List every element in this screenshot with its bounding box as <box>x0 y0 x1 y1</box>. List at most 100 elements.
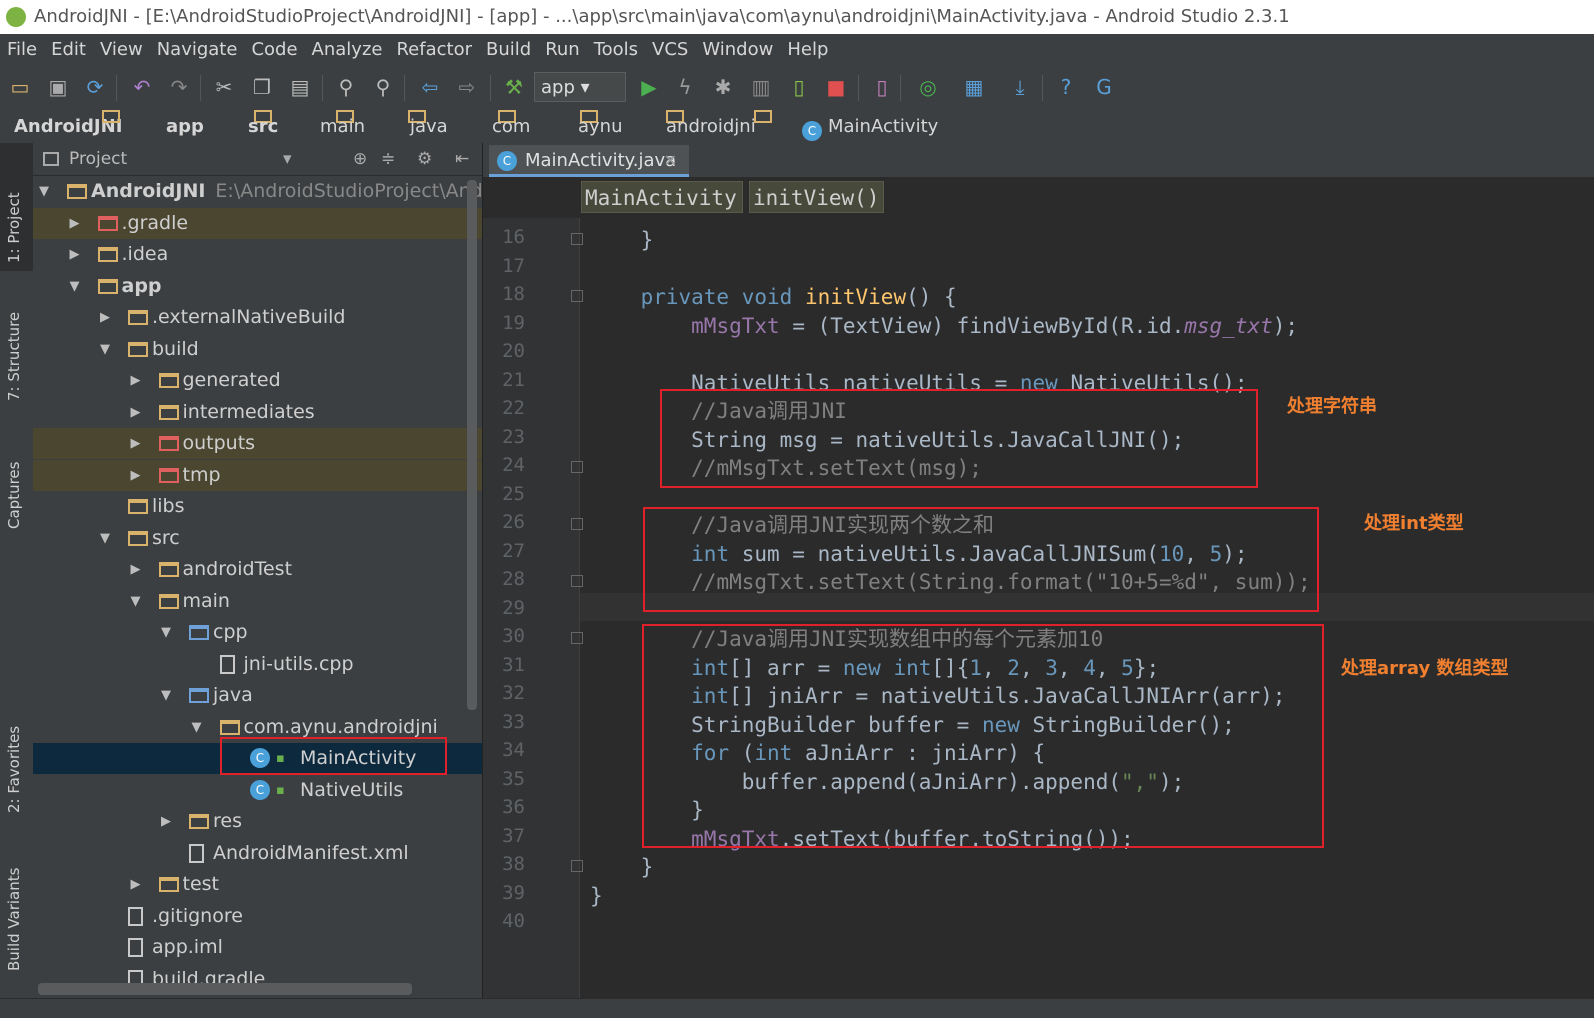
tree-item[interactable]: ▼ src <box>33 523 482 554</box>
menu-build[interactable]: Build <box>486 34 531 65</box>
side-tab-2-favorites[interactable]: 2: Favorites <box>0 693 33 821</box>
breadcrumb-androidjni[interactable]: androidjni <box>666 110 772 143</box>
collapse-arrow-icon[interactable]: ▶ <box>131 460 147 491</box>
breadcrumb-androidjni[interactable]: AndroidJNI <box>14 110 122 143</box>
save-icon[interactable]: ▣ <box>46 75 70 99</box>
tab-mainactivity-java[interactable]: C MainActivity.java ✕ <box>489 145 689 177</box>
tree-item[interactable]: ▶ intermediates <box>33 397 482 428</box>
translate-icon[interactable]: G <box>1092 75 1116 99</box>
tree-item[interactable]: ▶ tmp <box>33 459 482 491</box>
tree-item[interactable]: jni-utils.cpp <box>33 649 482 680</box>
code-fold-marker-icon[interactable] <box>571 290 583 302</box>
tree-item[interactable]: ▶ generated <box>33 365 482 396</box>
find-icon[interactable]: ⚲ <box>334 75 358 99</box>
menu-navigate[interactable]: Navigate <box>157 34 238 65</box>
menu-tools[interactable]: Tools <box>594 34 638 65</box>
debug-icon[interactable]: ✱ <box>711 75 735 99</box>
tree-item[interactable]: ▶ .idea <box>33 239 482 270</box>
tree-item[interactable]: ▶ outputs <box>33 428 482 459</box>
paste-icon[interactable]: ▤ <box>288 75 312 99</box>
tree-item[interactable]: ▶ res <box>33 806 482 837</box>
hide-panel-icon[interactable]: ⇤ <box>455 143 469 175</box>
tree-item[interactable]: ▼ AndroidJNI E:\AndroidStudioProject\Andro… <box>33 176 482 207</box>
expand-arrow-icon[interactable]: ▼ <box>100 334 116 365</box>
side-tab-7-structure[interactable]: 7: Structure <box>0 283 33 409</box>
attach-debugger-icon[interactable]: ▯ <box>787 75 811 99</box>
breadcrumb-java[interactable]: java <box>410 110 516 143</box>
tree-item[interactable]: AndroidManifest.xml <box>33 838 482 869</box>
project-vertical-scrollbar[interactable] <box>467 180 477 710</box>
project-horizontal-scrollbar[interactable] <box>38 983 412 995</box>
run-configuration-select[interactable]: app ▾ <box>534 72 626 102</box>
collapse-arrow-icon[interactable]: ▶ <box>70 208 86 239</box>
expand-arrow-icon[interactable]: ▼ <box>131 586 147 617</box>
collapse-arrow-icon[interactable]: ▶ <box>131 365 147 396</box>
tree-item[interactable]: app.iml <box>33 932 482 963</box>
breadcrumb-app[interactable]: app <box>166 110 272 143</box>
help-icon[interactable]: ? <box>1054 75 1078 99</box>
side-tab-build-variants[interactable]: Build Variants <box>0 839 33 979</box>
redo-icon[interactable]: ↷ <box>167 75 191 99</box>
expand-arrow-icon[interactable]: ▼ <box>70 271 86 302</box>
code-fold-marker-icon[interactable] <box>571 575 583 587</box>
breadcrumb-mainactivity[interactable]: C MainActivity <box>802 110 938 143</box>
collapse-arrow-icon[interactable]: ▶ <box>100 302 116 333</box>
expand-arrow-icon[interactable]: ▼ <box>161 617 177 648</box>
tree-item[interactable]: ▶ androidTest <box>33 554 482 585</box>
menu-window[interactable]: Window <box>702 34 773 65</box>
profile-icon[interactable]: ▥ <box>749 75 773 99</box>
collapse-arrow-icon[interactable]: ▶ <box>70 239 86 270</box>
menu-file[interactable]: File <box>7 34 37 65</box>
collapse-arrow-icon[interactable]: ▶ <box>131 428 147 459</box>
tree-item[interactable]: ▼ cpp <box>33 617 482 648</box>
tree-item[interactable]: .gitignore <box>33 901 482 932</box>
menu-vcs[interactable]: VCS <box>652 34 688 65</box>
menu-refactor[interactable]: Refactor <box>396 34 472 65</box>
replace-icon[interactable]: ⚲ <box>371 75 395 99</box>
copy-icon[interactable]: ❐ <box>250 75 274 99</box>
tree-item[interactable]: ▶ .gradle <box>33 207 482 239</box>
code-fold-marker-icon[interactable] <box>571 860 583 872</box>
project-view-select[interactable]: Project <box>69 143 127 175</box>
tree-item[interactable]: ▼ build <box>33 334 482 365</box>
collapse-all-icon[interactable]: ≑ <box>381 143 395 175</box>
undo-icon[interactable]: ↶ <box>130 75 154 99</box>
menu-help[interactable]: Help <box>787 34 828 65</box>
expand-arrow-icon[interactable]: ▼ <box>39 176 55 207</box>
expand-arrow-icon[interactable]: ▼ <box>192 712 208 743</box>
tree-item[interactable]: ▶ .externalNativeBuild <box>33 302 482 333</box>
forward-icon[interactable]: ⇨ <box>455 75 479 99</box>
menu-code[interactable]: Code <box>251 34 297 65</box>
side-tab-1-project[interactable]: 1: Project <box>0 143 33 271</box>
code-fold-marker-icon[interactable] <box>571 233 583 245</box>
open-folder-icon[interactable]: ▭ <box>8 75 32 99</box>
code-fold-marker-icon[interactable] <box>571 461 583 473</box>
menu-run[interactable]: Run <box>545 34 580 65</box>
tree-item[interactable]: ▼ main <box>33 586 482 617</box>
tree-item[interactable]: C NativeUtils ▪ <box>33 775 482 806</box>
stop-icon[interactable]: ■ <box>824 75 848 99</box>
sync-icon[interactable]: ⟳ <box>83 75 107 99</box>
code-fold-marker-icon[interactable] <box>571 518 583 530</box>
tree-item[interactable]: libs <box>33 491 482 522</box>
project-view-dropdown-icon[interactable]: ▾ <box>283 143 292 175</box>
settings-gear-icon[interactable]: ⚙ <box>417 143 432 175</box>
editor-crumb-class[interactable]: MainActivity <box>581 181 743 213</box>
sync-gradle-icon[interactable]: ◎ <box>916 75 940 99</box>
make-project-icon[interactable]: ⚒ <box>502 75 526 99</box>
breadcrumb-main[interactable]: main <box>320 110 426 143</box>
menu-edit[interactable]: Edit <box>51 34 86 65</box>
close-tab-icon[interactable]: ✕ <box>664 145 677 177</box>
side-tab-captures[interactable]: Captures <box>0 425 33 537</box>
cut-icon[interactable]: ✂ <box>212 75 236 99</box>
project-structure-icon[interactable]: ▦ <box>962 75 986 99</box>
scroll-from-source-icon[interactable]: ⊕ <box>353 143 367 175</box>
breadcrumb-aynu[interactable]: aynu <box>578 110 684 143</box>
collapse-arrow-icon[interactable]: ▶ <box>131 397 147 428</box>
menu-view[interactable]: View <box>100 34 143 65</box>
editor-crumb-method[interactable]: initView() <box>749 181 884 213</box>
collapse-arrow-icon[interactable]: ▶ <box>161 806 177 837</box>
menu-analyze[interactable]: Analyze <box>312 34 383 65</box>
expand-arrow-icon[interactable]: ▼ <box>100 523 116 554</box>
breadcrumb-com[interactable]: com <box>492 110 598 143</box>
